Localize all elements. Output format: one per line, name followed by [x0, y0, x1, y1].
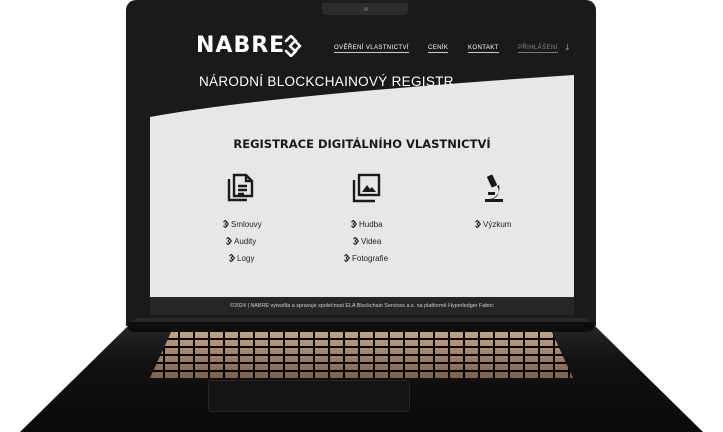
page-title: REGISTRACE DIGITÁLNÍHO VLASTNICTVÍ [233, 137, 491, 151]
documents-icon [227, 173, 254, 202]
link-label: Videa [361, 237, 382, 246]
site-footer: ©2024 | NABRE vytvořila a spravuje spole… [150, 297, 574, 315]
chain-logo-icon [284, 35, 302, 57]
link-vyzkum[interactable]: Výzkum [474, 219, 512, 229]
keyboard [150, 332, 573, 378]
nav-contact[interactable]: KONTAKT [468, 45, 499, 53]
laptop-hinge [128, 322, 594, 332]
laptop-screen: NABRE NÁRODNÍ BLOCKCHAINOVÝ REGISTR OVĚŘ… [150, 15, 574, 315]
images-icon [352, 173, 381, 203]
link-label: Hudba [359, 220, 383, 229]
nav-login[interactable]: PŘIHLÁŠENÍ [518, 45, 558, 53]
link-videa[interactable]: Videa [352, 236, 382, 246]
chain-icon [226, 236, 232, 246]
link-label: Smlouvy [231, 220, 262, 229]
link-label: Výzkum [483, 220, 512, 229]
link-label: Logy [237, 254, 255, 263]
chain-icon [353, 236, 359, 246]
webcam-icon [364, 7, 368, 11]
microscope-icon [485, 174, 503, 202]
chain-icon [475, 219, 481, 229]
link-label: Fotografie [352, 254, 389, 263]
link-fotografie[interactable]: Fotografie [343, 253, 389, 263]
registry-title: NÁRODNÍ BLOCKCHAINOVÝ REGISTR [199, 74, 454, 89]
link-logy[interactable]: Logy [228, 253, 255, 263]
logo-text[interactable]: NABRE [196, 33, 285, 58]
touchpad [208, 380, 410, 412]
chain-icon [229, 253, 235, 263]
link-label: Audity [234, 237, 257, 246]
link-smlouvy[interactable]: Smlouvy [222, 219, 262, 229]
chain-icon [223, 219, 229, 229]
nav-ownership-verification[interactable]: OVĚŘENÍ VLASTNICTVÍ [334, 45, 409, 53]
chain-icon [344, 253, 350, 263]
chain-icon [351, 219, 357, 229]
link-audity[interactable]: Audity [225, 236, 257, 246]
nav-pricing[interactable]: CENÍK [428, 45, 449, 53]
link-hudba[interactable]: Hudba [350, 219, 383, 229]
arrow-down-icon[interactable]: ↓ [564, 43, 571, 52]
